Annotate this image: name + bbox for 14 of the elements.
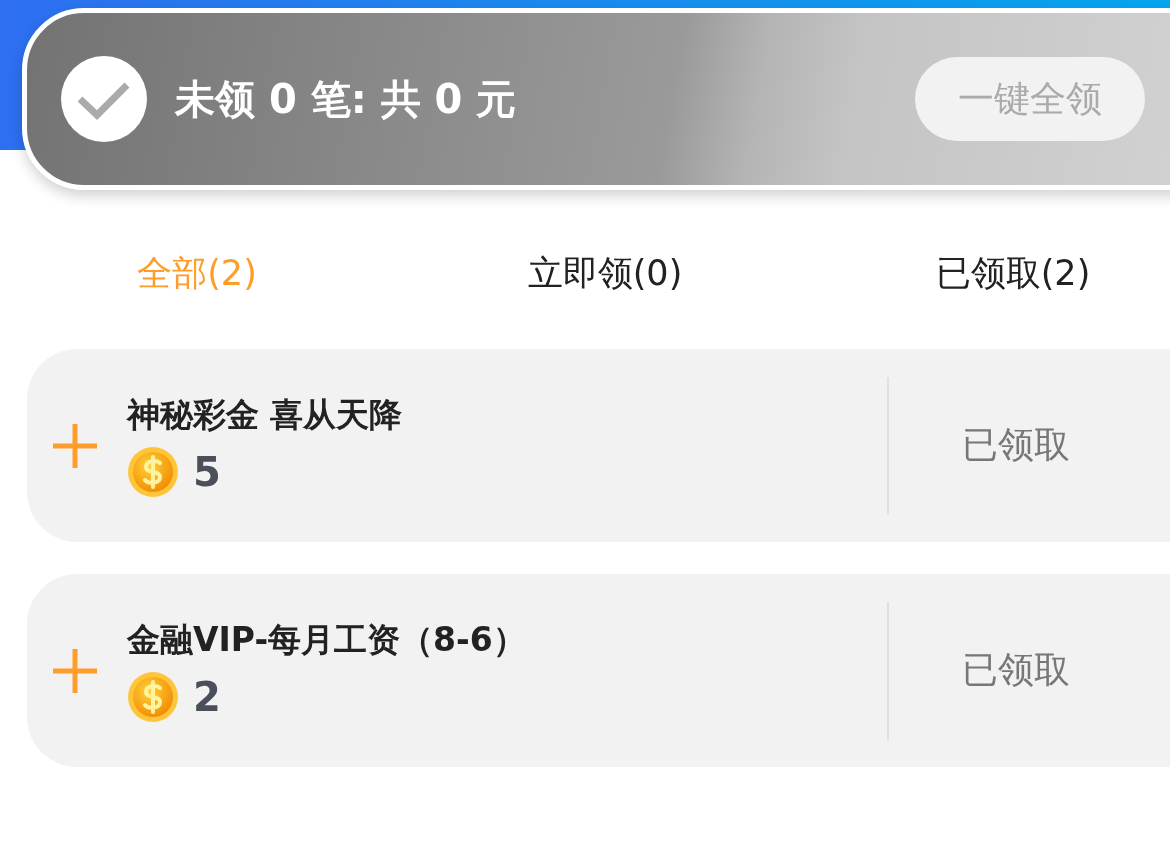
coin-icon <box>127 446 179 498</box>
coin-icon <box>127 671 179 723</box>
claim-status: 已领取 <box>962 648 1070 692</box>
plus-icon[interactable] <box>53 648 97 693</box>
summary-text: 未领 0 笔: 共 0 元 <box>175 74 517 124</box>
reward-amount: 2 <box>193 674 221 720</box>
reward-title: 神秘彩金 喜从天降 <box>127 394 404 436</box>
claim-status: 已领取 <box>962 423 1070 467</box>
filter-tab[interactable]: 已领取(2) <box>935 250 1091 297</box>
checkmark-icon <box>61 56 147 142</box>
filter-tab[interactable]: 立即领(0) <box>527 250 683 297</box>
reward-title: 金融VIP-每月工资（8-6） <box>127 619 527 661</box>
reward-amount: 5 <box>193 449 221 495</box>
plus-icon[interactable] <box>53 423 97 468</box>
